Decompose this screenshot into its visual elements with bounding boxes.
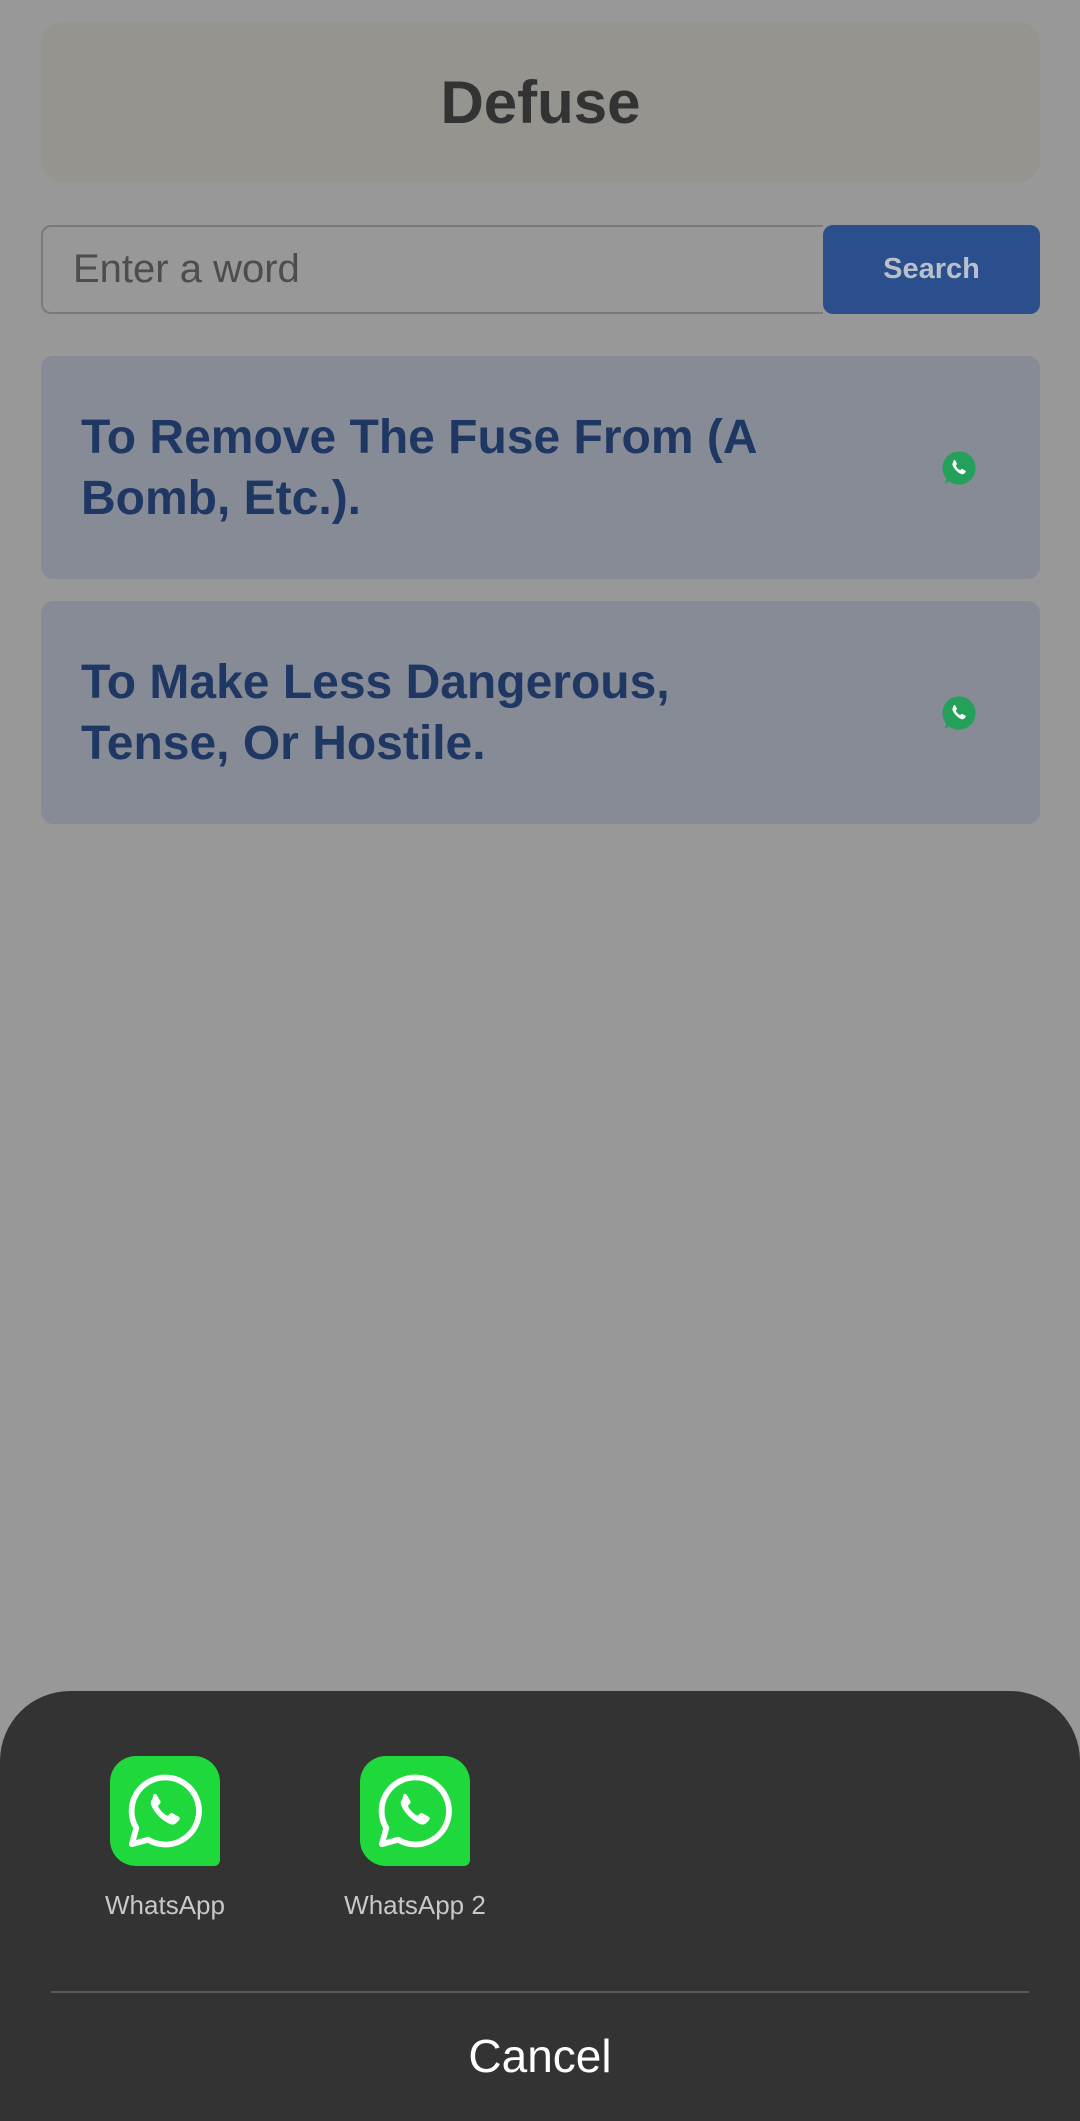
search-input[interactable] [41,225,823,314]
app-header: Defuse [41,22,1040,182]
search-bar: Search [41,225,1040,314]
definition-card: To Make Less Dangerous, Tense, Or Hostil… [41,601,1040,824]
cancel-button[interactable]: Cancel [0,2011,1080,2101]
share-target-whatsapp-2[interactable]: WhatsApp 2 [335,1756,495,1921]
share-target-label: WhatsApp 2 [344,1890,486,1920]
whatsapp-icon[interactable] [940,694,978,732]
search-button[interactable]: Search [823,225,1040,314]
divider [51,1991,1029,1993]
whatsapp-icon[interactable] [110,1756,220,1866]
definition-card: To Remove The Fuse From (A Bomb, Etc.). [41,356,1040,579]
whatsapp-icon[interactable] [360,1756,470,1866]
definition-text: To Make Less Dangerous, Tense, Or Hostil… [81,655,670,770]
share-target-label: WhatsApp [105,1890,225,1920]
share-sheet: WhatsApp WhatsApp 2 Cancel [0,1691,1080,2121]
page-title: Defuse [440,68,641,136]
whatsapp-icon[interactable] [940,449,978,487]
definition-text: To Remove The Fuse From (A Bomb, Etc.). [81,410,756,525]
share-target-whatsapp[interactable]: WhatsApp [85,1756,245,1921]
